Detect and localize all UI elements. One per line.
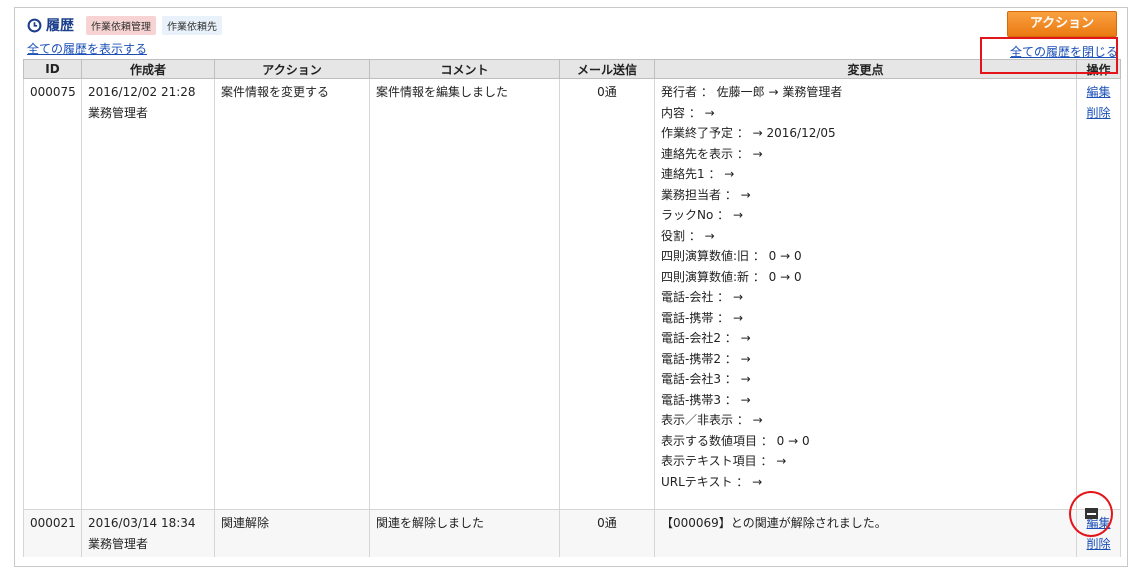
- cell-comment: 案件情報を編集しました: [369, 78, 560, 510]
- tag-work-request-destination[interactable]: 作業依頼先: [162, 15, 222, 35]
- history-table: ID 作成者 アクション コメント メール送信 変更点 操作 000075 20…: [23, 59, 1121, 557]
- change-line: 四則演算数値:旧 ： 0 → 0: [661, 249, 802, 263]
- change-line: 業務担当者 ： →: [661, 187, 751, 202]
- change-line: 表示する数値項目 ： 0 → 0: [661, 433, 810, 448]
- change-line: 電話-会社3 ： →: [661, 372, 751, 386]
- clock-icon: [27, 18, 42, 32]
- action-button[interactable]: アクション: [1007, 11, 1117, 37]
- change-line: 電話-携帯2 ： →: [661, 351, 751, 366]
- cell-mail: 0通: [559, 78, 655, 510]
- cell-author: 2016/12/02 21:28 業務管理者: [81, 78, 215, 510]
- change-line: 四則演算数値:新 ： 0 → 0: [661, 269, 802, 284]
- change-line: 【000069】との関連が解除されました。: [661, 516, 887, 530]
- table-header-row: ID 作成者 アクション コメント メール送信 変更点 操作: [23, 59, 1121, 79]
- column-header-mail[interactable]: メール送信: [559, 59, 655, 79]
- table-row: 000021 2016/03/14 18:34 業務管理者 関連解除 関連を解除…: [23, 509, 1121, 557]
- created-datetime: 2016/12/02 21:28: [88, 85, 196, 99]
- author-name: 業務管理者: [88, 536, 149, 551]
- annotation-rectangle: [980, 37, 1118, 74]
- tag-work-request-management[interactable]: 作業依頼管理: [86, 15, 156, 35]
- change-line: ラックNo ： →: [661, 208, 744, 222]
- annotation-circle: [1069, 491, 1113, 537]
- cell-author: 2016/03/14 18:34 業務管理者: [81, 509, 215, 557]
- change-line: 作業終了予定 ： → 2016/12/05: [661, 126, 836, 140]
- edit-link[interactable]: 編集: [1083, 82, 1114, 103]
- change-line: 連絡先1 ： →: [661, 167, 735, 181]
- cell-id: 000021: [23, 509, 82, 557]
- change-line: URLテキスト ： →: [661, 474, 763, 489]
- change-line: 電話-会社2 ： →: [661, 331, 751, 345]
- column-header-id[interactable]: ID: [23, 59, 82, 79]
- cell-action: 関連解除: [214, 509, 370, 557]
- change-line: 連絡先を表示 ： →: [661, 146, 763, 161]
- show-all-history-link[interactable]: 全ての履歴を表示する: [27, 40, 147, 57]
- author-name: 業務管理者: [88, 105, 149, 120]
- cell-changes: 発行者 ： 佐藤一郎 → 業務管理者 内容 ： → 作業終了予定 ： → 201…: [654, 78, 1077, 510]
- cell-changes: 【000069】との関連が解除されました。: [654, 509, 1077, 557]
- cell-id: 000075: [23, 78, 82, 510]
- cell-mail: 0通: [559, 509, 655, 557]
- change-line: 表示テキスト項目 ： →: [661, 454, 787, 468]
- cell-operations: 編集 削除: [1076, 78, 1121, 510]
- cell-comment: 関連を解除しました: [369, 509, 560, 557]
- change-line: 表示／非表示 ： →: [661, 413, 763, 427]
- change-line: 電話-会社 ： →: [661, 290, 744, 304]
- created-datetime: 2016/03/14 18:34: [88, 516, 196, 530]
- history-panel: 履歴 作業依頼管理 作業依頼先 全ての履歴を表示する アクション 全ての履歴を閉…: [14, 7, 1128, 567]
- history-header: 履歴 作業依頼管理 作業依頼先: [27, 15, 222, 35]
- table-row: 000075 2016/12/02 21:28 業務管理者 案件情報を変更する …: [23, 78, 1121, 510]
- column-header-comment[interactable]: コメント: [369, 59, 560, 79]
- change-line: 電話-携帯3 ： →: [661, 392, 751, 407]
- cell-action: 案件情報を変更する: [214, 78, 370, 510]
- delete-link[interactable]: 削除: [1083, 103, 1114, 124]
- change-line: 電話-携帯 ： →: [661, 310, 744, 325]
- page-title: 履歴: [46, 18, 74, 34]
- column-header-author[interactable]: 作成者: [81, 59, 215, 79]
- change-line: 内容 ： →: [661, 105, 715, 120]
- change-line: 発行者 ： 佐藤一郎 → 業務管理者: [661, 85, 843, 99]
- change-line: 役割 ： →: [661, 228, 715, 243]
- column-header-action[interactable]: アクション: [214, 59, 370, 79]
